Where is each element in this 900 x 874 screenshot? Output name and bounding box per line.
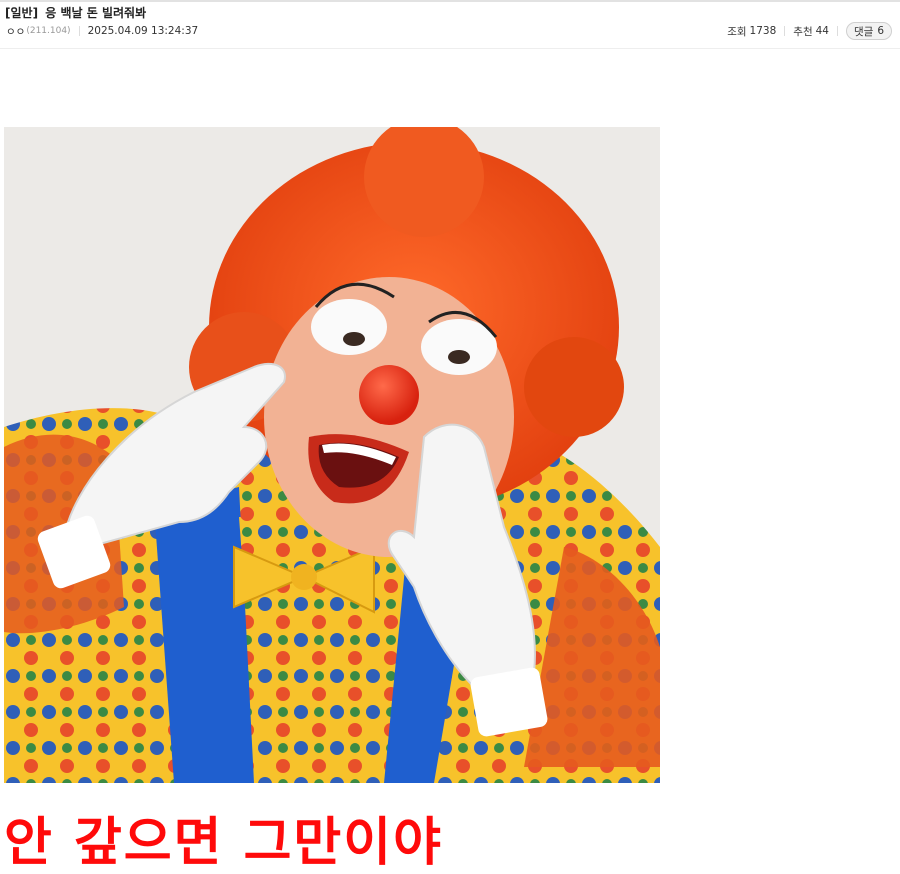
views-label: 조회 — [727, 25, 747, 38]
post-datetime: 2025.04.09 13:24:37 — [87, 25, 199, 37]
comments-button[interactable]: 댓글 6 — [845, 22, 892, 40]
post-stats: 조회 1738 추천 44 댓글 6 — [727, 22, 892, 40]
recommend-count: 44 — [815, 25, 829, 37]
post-title-text: 응 백날 돈 빌려줘봐 — [45, 6, 147, 20]
views-count: 1738 — [749, 25, 777, 37]
post-author-meta: ㅇㅇ (211.104) 2025.04.09 13:24:37 — [6, 24, 198, 38]
post-caption: 안 갚으면 그만이야 — [4, 813, 443, 873]
stats-divider — [836, 26, 838, 36]
recommend-label: 추천 — [793, 25, 813, 38]
header-divider — [0, 48, 900, 49]
clown-illustration — [4, 127, 660, 783]
author-ip: (211.104) — [26, 26, 71, 36]
comments-label: 댓글 — [853, 25, 874, 38]
stats-divider — [784, 26, 786, 36]
meta-divider — [78, 26, 80, 36]
post-title: [일반] 응 백날 돈 빌려줘봐 — [5, 4, 146, 21]
clown-photo — [4, 127, 660, 783]
post-view: [일반] 응 백날 돈 빌려줘봐 ㅇㅇ (211.104) 2025.04.09… — [0, 0, 900, 874]
top-divider — [0, 0, 900, 2]
post-category: [일반] — [5, 6, 39, 20]
author-nickname[interactable]: ㅇㅇ — [6, 24, 25, 39]
comments-count: 6 — [877, 25, 884, 37]
